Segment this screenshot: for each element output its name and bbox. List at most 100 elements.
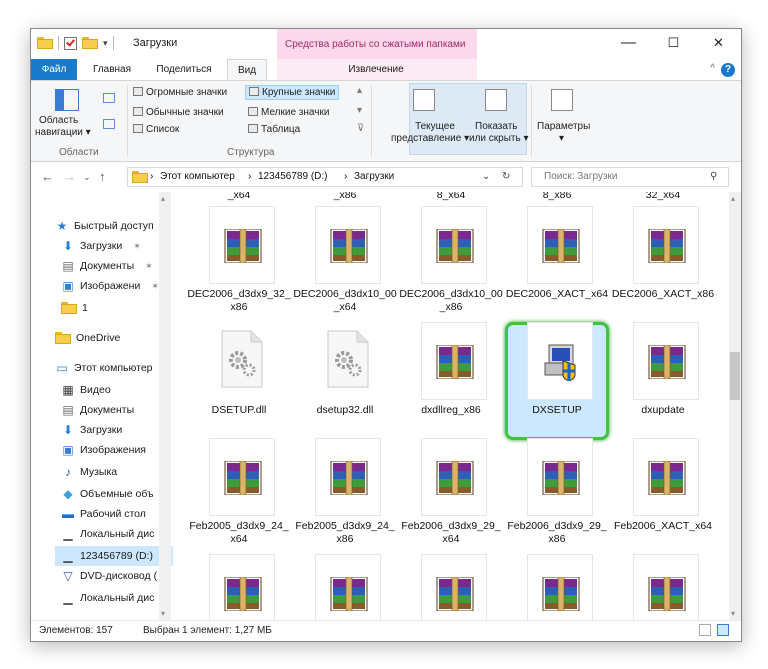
layout-scroll-down-icon[interactable]: ▾ bbox=[357, 105, 362, 116]
show-hide-label-2[interactable]: или скрыть ▾ bbox=[469, 133, 529, 144]
view-large-icons[interactable]: Крупные значки bbox=[245, 85, 340, 100]
scroll-up-icon[interactable]: ▴ bbox=[731, 194, 735, 203]
forward-arrow-icon[interactable]: → bbox=[63, 169, 76, 184]
file-label[interactable]: _x86 bbox=[293, 192, 397, 201]
file-tile[interactable]: dxupdate bbox=[611, 322, 715, 440]
file-tile[interactable]: Feb2006_d3dx9_29_x86 bbox=[505, 438, 609, 556]
back-arrow-icon[interactable]: ← bbox=[41, 169, 54, 184]
breadcrumb-downloads[interactable]: Загрузки bbox=[354, 171, 394, 182]
properties-icon[interactable] bbox=[64, 36, 77, 50]
file-tile[interactable] bbox=[399, 554, 503, 620]
tab-home[interactable]: Главная bbox=[87, 59, 137, 81]
recent-dropdown-icon[interactable]: ⌄ bbox=[83, 172, 91, 183]
scroll-thumb[interactable] bbox=[730, 352, 740, 400]
scroll-down-icon[interactable]: ▾ bbox=[731, 609, 735, 618]
up-arrow-icon[interactable]: ↑ bbox=[99, 169, 106, 184]
options-icon[interactable] bbox=[551, 89, 573, 111]
nav-item[interactable]: ▦ Видео bbox=[55, 380, 110, 400]
customize-qa-icon[interactable]: ▾ bbox=[103, 38, 108, 49]
file-tile[interactable]: DEC2006_XACT_x86 bbox=[611, 206, 715, 324]
nav-item[interactable]: ▣ Изображени ✶ bbox=[55, 276, 159, 296]
file-tile[interactable] bbox=[293, 554, 397, 620]
file-tile[interactable] bbox=[505, 554, 609, 620]
file-tile[interactable]: DSETUP.dll bbox=[187, 322, 291, 440]
nav-item[interactable]: ◆ Объемные объ bbox=[55, 484, 153, 504]
nav-item[interactable]: ♪ Музыка bbox=[55, 462, 117, 482]
scroll-up-icon[interactable]: ▴ bbox=[161, 194, 165, 203]
nav-pane-label-2[interactable]: навигации ▾ bbox=[35, 127, 91, 138]
file-label[interactable]: 8_x86 bbox=[505, 192, 609, 201]
navigation-pane-icon[interactable] bbox=[55, 89, 79, 111]
nav-item[interactable]: ▁ 123456789 (D:) bbox=[55, 546, 173, 566]
nav-item[interactable]: ⬇ Загрузки bbox=[55, 420, 122, 440]
file-tile[interactable]: DEC2006_d3dx9_32_x86 bbox=[187, 206, 291, 324]
file-tile[interactable]: DEC2006_XACT_x64 bbox=[505, 206, 609, 324]
nav-item[interactable]: ▬ Рабочий стол bbox=[55, 504, 146, 524]
nav-item[interactable]: OneDrive bbox=[49, 328, 120, 348]
layout-expand-icon[interactable]: ⊽ bbox=[357, 123, 364, 134]
nav-item[interactable]: ▭ Этот компьютер bbox=[49, 358, 152, 378]
new-folder-icon[interactable] bbox=[82, 37, 98, 49]
view-normal-icons[interactable]: Обычные значки bbox=[133, 107, 224, 118]
file-label[interactable]: _x64 bbox=[187, 192, 291, 201]
file-tile[interactable]: dsetup32.dll bbox=[293, 322, 397, 440]
file-tile[interactable]: Feb2006_XACT_x64 bbox=[611, 438, 715, 556]
file-tile-selected[interactable]: DXSETUP bbox=[505, 322, 609, 440]
minimize-button[interactable]: — bbox=[606, 29, 651, 59]
nav-item[interactable]: ▣ Изображения bbox=[55, 440, 146, 460]
scroll-down-icon[interactable]: ▾ bbox=[161, 609, 165, 618]
search-input[interactable]: Поиск: Загрузки bbox=[544, 171, 618, 182]
maximize-button[interactable]: ☐ bbox=[651, 29, 696, 59]
view-table[interactable]: Таблица bbox=[248, 124, 300, 135]
content-scrollbar[interactable]: ▴ ▾ bbox=[729, 192, 741, 620]
nav-item[interactable]: ★ Быстрый доступ bbox=[49, 216, 154, 236]
tab-view[interactable]: Вид bbox=[227, 59, 267, 81]
options-dropdown-icon[interactable]: ▾ bbox=[559, 133, 564, 144]
layout-scroll-up-icon[interactable]: ▴ bbox=[357, 85, 362, 96]
file-tile[interactable] bbox=[187, 554, 291, 620]
address-dropdown-icon[interactable]: ⌄ bbox=[482, 171, 490, 182]
view-list[interactable]: Список bbox=[133, 124, 179, 135]
large-icons-view-icon[interactable] bbox=[717, 624, 729, 636]
current-view-icon[interactable] bbox=[413, 89, 435, 111]
current-view-label-1[interactable]: Текущее bbox=[401, 121, 469, 132]
breadcrumb-drive[interactable]: 123456789 (D:) bbox=[258, 171, 328, 182]
tab-extract[interactable]: Извлечение bbox=[331, 59, 421, 81]
address-bar[interactable]: › Этот компьютер › 123456789 (D:) › Загр… bbox=[127, 167, 523, 187]
file-tile[interactable]: Feb2005_d3dx9_24_x64 bbox=[187, 438, 291, 556]
nav-pane-label-1[interactable]: Область bbox=[39, 115, 78, 126]
help-icon[interactable]: ? bbox=[721, 63, 735, 77]
file-tile[interactable]: DEC2006_d3dx10_00_x86 bbox=[399, 206, 503, 324]
show-hide-label-1[interactable]: Показать bbox=[475, 121, 518, 132]
show-hide-icon[interactable] bbox=[485, 89, 507, 111]
file-tile[interactable]: Feb2006_d3dx9_29_x64 bbox=[399, 438, 503, 556]
search-icon[interactable]: ⚲ bbox=[710, 171, 717, 182]
nav-item[interactable]: ▤ Документы bbox=[55, 400, 134, 420]
details-view-icon[interactable] bbox=[699, 624, 711, 636]
current-view-label-2[interactable]: представление ▾ bbox=[391, 133, 469, 144]
nav-scrollbar[interactable]: ▴ ▾ bbox=[159, 192, 171, 620]
file-tile[interactable]: Feb2005_d3dx9_24_x86 bbox=[293, 438, 397, 556]
view-huge-icons[interactable]: Огромные значки bbox=[133, 87, 227, 98]
details-pane-icon[interactable] bbox=[103, 119, 115, 129]
nav-item[interactable]: ▤ Документы ✶ bbox=[55, 256, 152, 276]
search-box[interactable]: Поиск: Загрузки ⚲ bbox=[531, 167, 729, 187]
close-button[interactable]: ✕ bbox=[696, 29, 741, 59]
tab-file[interactable]: Файл bbox=[31, 59, 77, 81]
refresh-icon[interactable]: ↻ bbox=[502, 171, 510, 182]
view-small-icons[interactable]: Мелкие значки bbox=[248, 107, 329, 118]
file-tile[interactable]: DEC2006_d3dx10_00_x64 bbox=[293, 206, 397, 324]
nav-item[interactable]: ▁ Локальный дис bbox=[55, 524, 154, 544]
file-label[interactable]: 8_x64 bbox=[399, 192, 503, 201]
file-tile[interactable]: dxdllreg_x86 bbox=[399, 322, 503, 440]
nav-item[interactable]: ▁ Локальный дис bbox=[55, 588, 154, 608]
nav-item[interactable]: ⬇ Загрузки ✶ bbox=[55, 236, 141, 256]
file-label[interactable]: 32_x64 bbox=[611, 192, 715, 201]
breadcrumb-computer[interactable]: Этот компьютер bbox=[160, 171, 235, 182]
collapse-ribbon-icon[interactable]: ^ bbox=[710, 63, 715, 74]
nav-item[interactable]: ▽ DVD-дисковод ( bbox=[55, 566, 157, 586]
nav-item[interactable]: 1 bbox=[55, 298, 88, 318]
file-tile[interactable] bbox=[611, 554, 715, 620]
tab-share[interactable]: Поделиться bbox=[149, 59, 219, 81]
options-label[interactable]: Параметры bbox=[537, 121, 590, 132]
